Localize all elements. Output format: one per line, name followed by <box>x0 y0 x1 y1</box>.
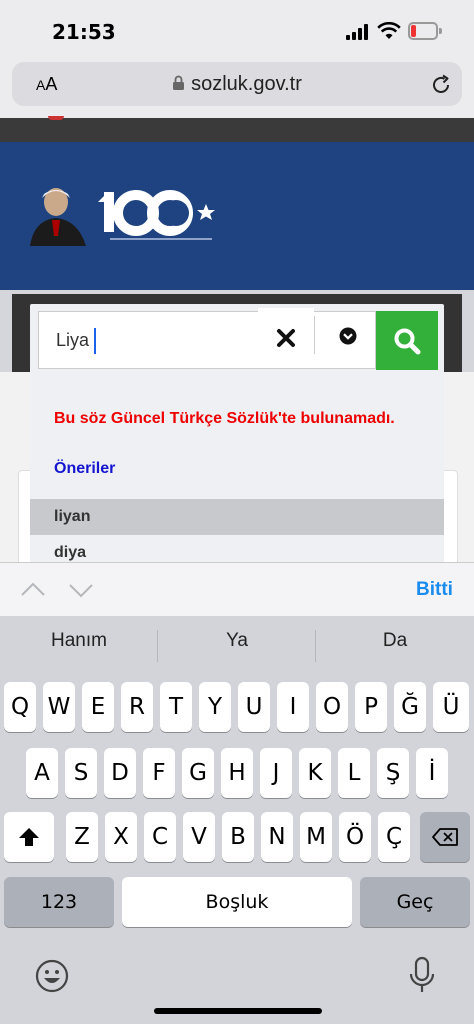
site-top-strip <box>0 116 474 142</box>
dictionary-select-button[interactable] <box>330 318 366 354</box>
key[interactable]: G <box>182 748 214 798</box>
lock-icon <box>173 75 185 90</box>
search-input[interactable]: Liya <box>38 311 376 369</box>
key[interactable]: W <box>43 682 75 732</box>
not-found-message: Bu söz Güncel Türkçe Sözlük'te bulunamad… <box>54 410 395 427</box>
key[interactable]: İ <box>416 748 448 798</box>
key-row-2: A S D F G H J K L Ş İ <box>0 748 474 798</box>
key[interactable]: Ü <box>433 682 469 732</box>
close-icon <box>277 329 295 347</box>
chevron-up-icon[interactable] <box>20 581 46 597</box>
url-text: sozluk.gov.tr <box>191 73 302 95</box>
key[interactable]: N <box>261 812 293 862</box>
key[interactable]: X <box>105 812 137 862</box>
site-top-mark <box>48 116 64 120</box>
key[interactable]: E <box>82 682 114 732</box>
key-row-1: Q W E R T Y U I O P Ğ Ü <box>0 682 474 732</box>
key[interactable]: Ğ <box>394 682 426 732</box>
keyboard-accessory-bar: Bitti <box>0 562 474 616</box>
search-panel: Liya Bu söz Güncel Türkçe Sözlük'te bulu… <box>30 304 444 574</box>
input-divider <box>314 316 315 354</box>
search-icon <box>394 328 421 354</box>
key[interactable]: V <box>183 812 215 862</box>
shift-icon <box>19 828 39 846</box>
status-time: 21:53 <box>52 20 116 44</box>
return-key[interactable]: Geç <box>360 877 470 927</box>
key[interactable]: C <box>144 812 176 862</box>
key-row-3: Z X C V B N M Ö Ç <box>0 812 474 862</box>
home-indicator <box>154 1008 322 1014</box>
key[interactable]: L <box>338 748 370 798</box>
key[interactable]: S <box>65 748 97 798</box>
key[interactable]: K <box>299 748 331 798</box>
key[interactable]: A <box>26 748 58 798</box>
emoji-icon[interactable] <box>34 958 70 994</box>
key[interactable]: M <box>300 812 332 862</box>
site-banner <box>0 142 474 290</box>
url-display[interactable]: sozluk.gov.tr <box>12 73 462 96</box>
key[interactable]: Y <box>199 682 231 732</box>
key[interactable]: D <box>104 748 136 798</box>
backspace-key[interactable] <box>420 812 470 862</box>
address-bar[interactable]: AA sozluk.gov.tr <box>12 62 462 106</box>
key[interactable]: F <box>143 748 175 798</box>
chevron-down-icon[interactable] <box>68 583 94 599</box>
chevron-down-icon <box>339 327 357 345</box>
microphone-icon[interactable] <box>408 956 436 996</box>
prediction-item[interactable]: Hanım <box>0 630 158 652</box>
key[interactable]: Ç <box>378 812 410 862</box>
suggestion-label: diya <box>54 544 87 561</box>
centennial-logo[interactable] <box>26 180 220 250</box>
suggestion-item[interactable]: diya <box>30 535 444 565</box>
status-bar: 21:53 <box>0 0 474 62</box>
signal-icon <box>346 24 370 40</box>
prediction-item[interactable]: Ya <box>158 630 316 652</box>
numbers-key[interactable]: 123 <box>4 877 114 927</box>
key[interactable]: Ş <box>377 748 409 798</box>
key[interactable]: O <box>316 682 348 732</box>
key[interactable]: J <box>260 748 292 798</box>
key[interactable]: H <box>221 748 253 798</box>
search-input-text: Liya <box>56 330 90 350</box>
clear-search-button[interactable] <box>258 308 314 368</box>
wifi-icon <box>377 22 401 39</box>
done-button[interactable]: Bitti <box>416 579 453 601</box>
battery-icon <box>408 22 442 40</box>
search-button[interactable] <box>376 311 438 370</box>
key[interactable]: B <box>222 812 254 862</box>
key[interactable]: R <box>121 682 153 732</box>
key-row-4: 123 Boşluk Geç <box>0 877 474 927</box>
key[interactable]: Z <box>66 812 98 862</box>
backspace-icon <box>432 828 458 846</box>
suggestion-item[interactable]: liyan <box>30 499 444 535</box>
suggestions-title: Öneriler <box>54 460 116 477</box>
shift-key[interactable] <box>4 812 54 862</box>
key[interactable]: I <box>277 682 309 732</box>
browser-toolbar: AA sozluk.gov.tr <box>0 62 474 118</box>
reload-icon[interactable] <box>430 74 452 96</box>
key[interactable]: T <box>160 682 192 732</box>
key[interactable]: P <box>355 682 387 732</box>
space-key[interactable]: Boşluk <box>122 877 352 927</box>
keyboard: Hanım Ya Da Q W E R T Y U I O P Ğ Ü A S … <box>0 616 474 1024</box>
suggestion-label: liyan <box>54 508 91 525</box>
key[interactable]: Q <box>4 682 36 732</box>
key[interactable]: Ö <box>339 812 371 862</box>
key[interactable]: U <box>238 682 270 732</box>
text-caret <box>94 328 96 354</box>
prediction-item[interactable]: Da <box>316 630 474 652</box>
